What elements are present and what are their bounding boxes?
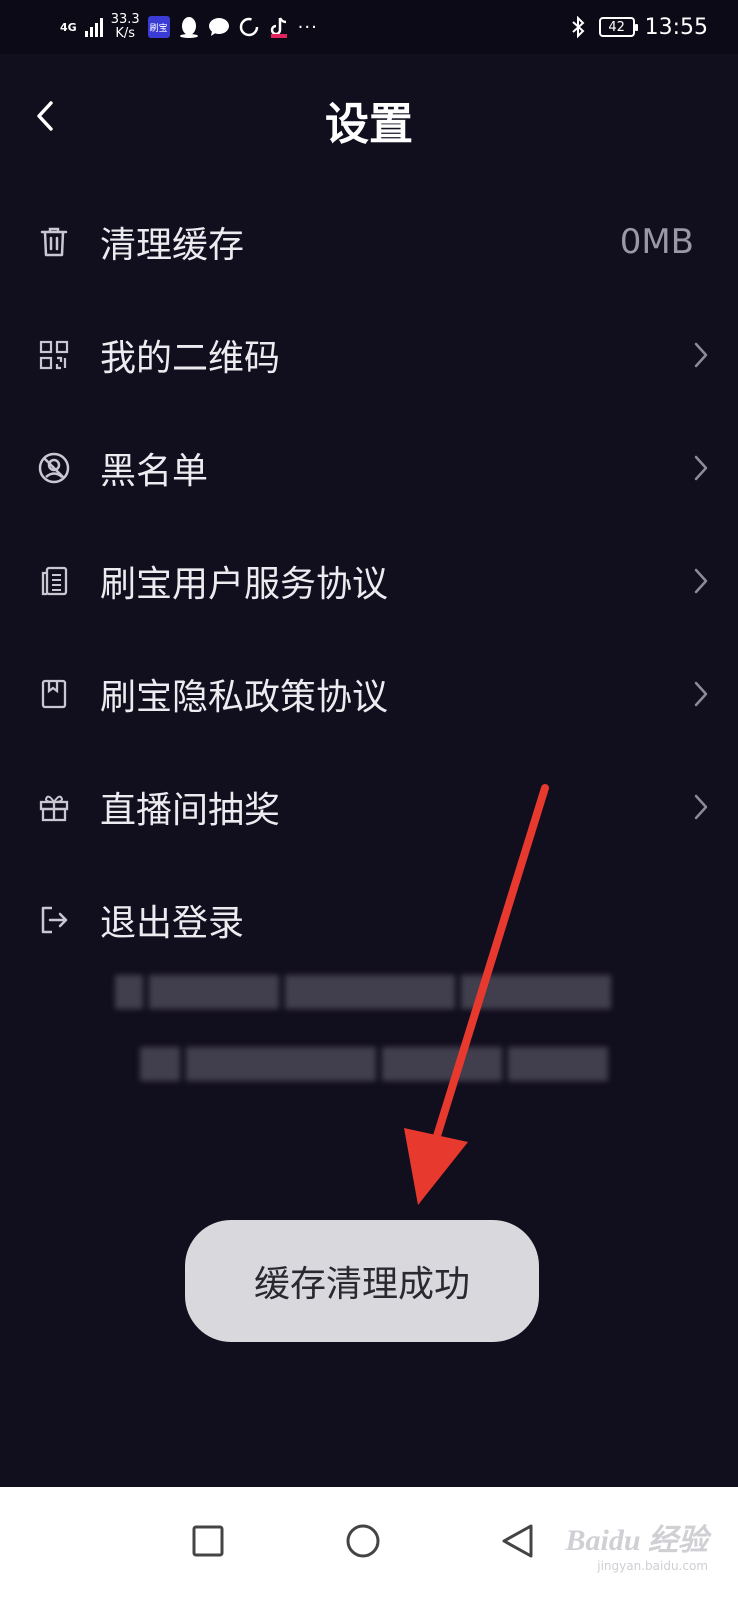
document-icon: [37, 564, 71, 598]
logout-icon: [37, 903, 71, 937]
qr-code-icon: [37, 338, 71, 372]
signal-icon: [84, 17, 103, 37]
triangle-back-icon: [502, 1524, 533, 1558]
square-icon: [192, 1525, 224, 1557]
chevron-right-icon: [690, 451, 712, 485]
settings-item-label: 退出登录: [100, 902, 245, 944]
recent-apps-button[interactable]: [178, 1511, 238, 1571]
annotation-arrow: [404, 784, 549, 1205]
settings-item-user-agreement[interactable]: 刷宝用户服务协议: [0, 524, 738, 637]
status-bar: 4G 33.3 K/s 刷宝 ··· 42 13:55: [0, 0, 738, 54]
cache-size-value: 0MB: [619, 221, 694, 262]
qq-icon: [178, 16, 200, 38]
settings-item-qr-code[interactable]: 我的二维码: [0, 298, 738, 411]
page-title: 设置: [325, 99, 413, 150]
settings-item-label: 刷宝用户服务协议: [100, 563, 389, 605]
chevron-right-icon: [690, 677, 712, 711]
network-type: 4G: [60, 20, 77, 34]
settings-item-live-lottery[interactable]: 直播间抽奖: [0, 750, 738, 863]
baidu-watermark: Baidu 经验 jingyan.baidu.com: [558, 1507, 708, 1577]
circle-icon: [346, 1524, 380, 1558]
settings-list: 清理缓存 0MB 我的二维码 黑名单 刷宝用户服务协议 刷宝隐私政策协议 直播间…: [0, 185, 738, 976]
toast-message: 缓存清理成功: [185, 1220, 539, 1342]
system-nav-bar: Baidu 经验 jingyan.baidu.com: [0, 1487, 738, 1600]
sync-icon: [238, 16, 260, 38]
network-speed: 33.3 K/s: [110, 12, 140, 41]
settings-item-logout[interactable]: 退出登录: [0, 863, 738, 976]
watermark-url: jingyan.baidu.com: [597, 1559, 708, 1573]
app-badge-icon: 刷宝: [147, 16, 170, 38]
gift-icon: [37, 790, 71, 824]
settings-item-label: 直播间抽奖: [100, 789, 281, 831]
settings-item-label: 我的二维码: [100, 337, 281, 379]
trash-icon: [37, 225, 71, 259]
settings-item-label: 黑名单: [100, 450, 209, 492]
back-nav-button[interactable]: [487, 1511, 547, 1571]
settings-item-label: 刷宝隐私政策协议: [100, 676, 389, 718]
tiktok-icon: [268, 16, 290, 38]
more-notifications-icon: ···: [297, 16, 318, 38]
page-header: 设置: [0, 54, 738, 194]
battery-icon: 42: [598, 17, 638, 37]
blocked-user-icon: [37, 451, 71, 485]
chevron-right-icon: [690, 564, 712, 598]
chevron-right-icon: [690, 790, 712, 824]
watermark-brand: Baidu 经验: [565, 1524, 708, 1557]
message-icon: [208, 16, 230, 38]
home-button[interactable]: [333, 1511, 393, 1571]
status-time: 13:55: [644, 14, 708, 40]
settings-item-clear-cache[interactable]: 清理缓存 0MB: [0, 185, 738, 298]
book-icon: [37, 677, 71, 711]
settings-item-privacy-policy[interactable]: 刷宝隐私政策协议: [0, 637, 738, 750]
bluetooth-icon: [567, 16, 589, 38]
settings-item-label: 清理缓存: [100, 224, 245, 266]
chevron-right-icon: [690, 338, 712, 372]
settings-item-blacklist[interactable]: 黑名单: [0, 411, 738, 524]
